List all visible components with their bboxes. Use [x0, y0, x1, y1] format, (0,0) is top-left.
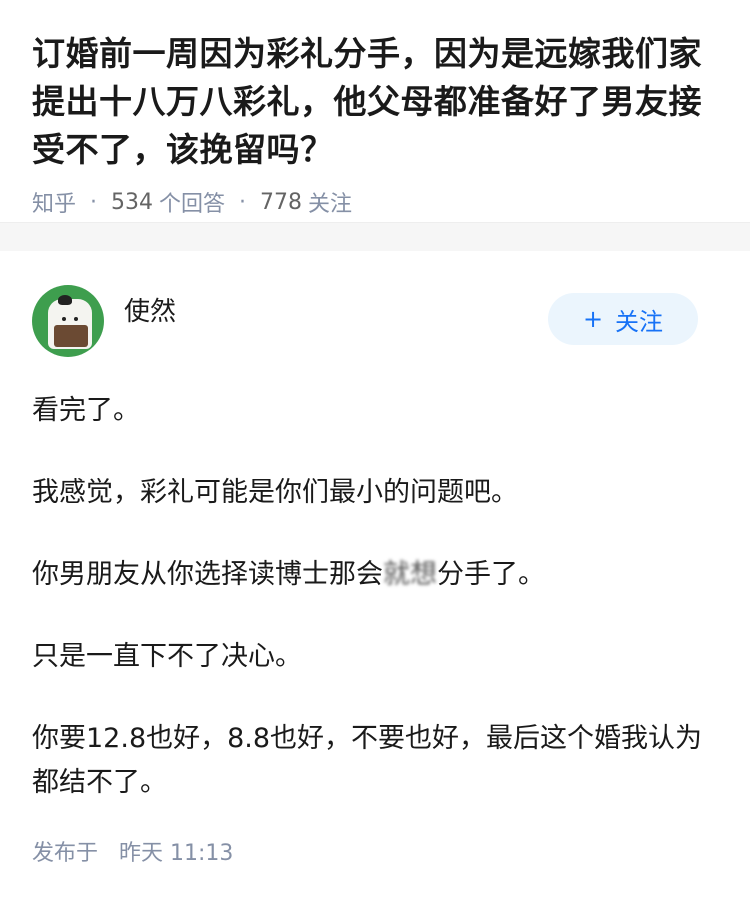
avatar-eye: [74, 317, 78, 321]
publish-time: 昨天 11:13: [119, 841, 234, 866]
panda-avatar-icon[interactable]: [32, 285, 104, 357]
publish-label: 发布于: [32, 841, 99, 866]
question-meta: 知乎 · 534 个回答 · 778 关注: [32, 186, 718, 218]
paragraph-text: 你男朋友从你选择读博士那会: [32, 559, 383, 590]
answer-paragraph: 只是一直下不了决心。: [32, 641, 302, 672]
answer-count: 534: [111, 189, 154, 215]
answer-count-label[interactable]: 个回答: [159, 186, 225, 218]
follower-count-label[interactable]: 关注: [308, 186, 352, 218]
question-title[interactable]: 订婚前一周因为彩礼分手，因为是远嫁我们家提出十八万八彩礼，他父母都准备好了男友接…: [32, 30, 718, 174]
source-label[interactable]: 知乎: [32, 186, 76, 218]
question-header: 订婚前一周因为彩礼分手，因为是远嫁我们家提出十八万八彩礼，他父母都准备好了男友接…: [0, 0, 750, 222]
answer-paragraph: 我感觉，彩礼可能是你们最小的问题吧。: [32, 477, 518, 508]
answer-card: 使然 + 关注 看完了。 我感觉，彩礼可能是你们最小的问题吧。 你男朋友从你选择…: [0, 251, 750, 867]
avatar-ear: [58, 295, 72, 305]
author-name[interactable]: 使然: [124, 291, 176, 328]
follow-label: 关注: [615, 307, 664, 336]
follower-count: 778: [260, 189, 303, 215]
meta-separator: ·: [90, 189, 98, 215]
follow-button[interactable]: + 关注: [548, 293, 698, 345]
plus-icon: +: [582, 305, 604, 333]
publish-info: 发布于 昨天 11:13: [32, 835, 718, 867]
meta-separator: ·: [239, 189, 247, 215]
answer-paragraph: 你男朋友从你选择读博士那会就想分手了。: [32, 553, 718, 597]
blurred-text: 就想: [383, 559, 437, 590]
section-divider: [0, 222, 750, 251]
avatar-eye: [62, 317, 66, 321]
answer-paragraph: 你要12.8也好，8.8也好，不要也好，最后这个婚我认为都结不了。: [32, 723, 703, 798]
answer-paragraph: 看完了。: [32, 395, 140, 426]
avatar-bag: [54, 325, 88, 347]
paragraph-text: 分手了。: [437, 559, 545, 590]
answer-content: 看完了。 我感觉，彩礼可能是你们最小的问题吧。 你男朋友从你选择读博士那会就想分…: [32, 389, 718, 805]
